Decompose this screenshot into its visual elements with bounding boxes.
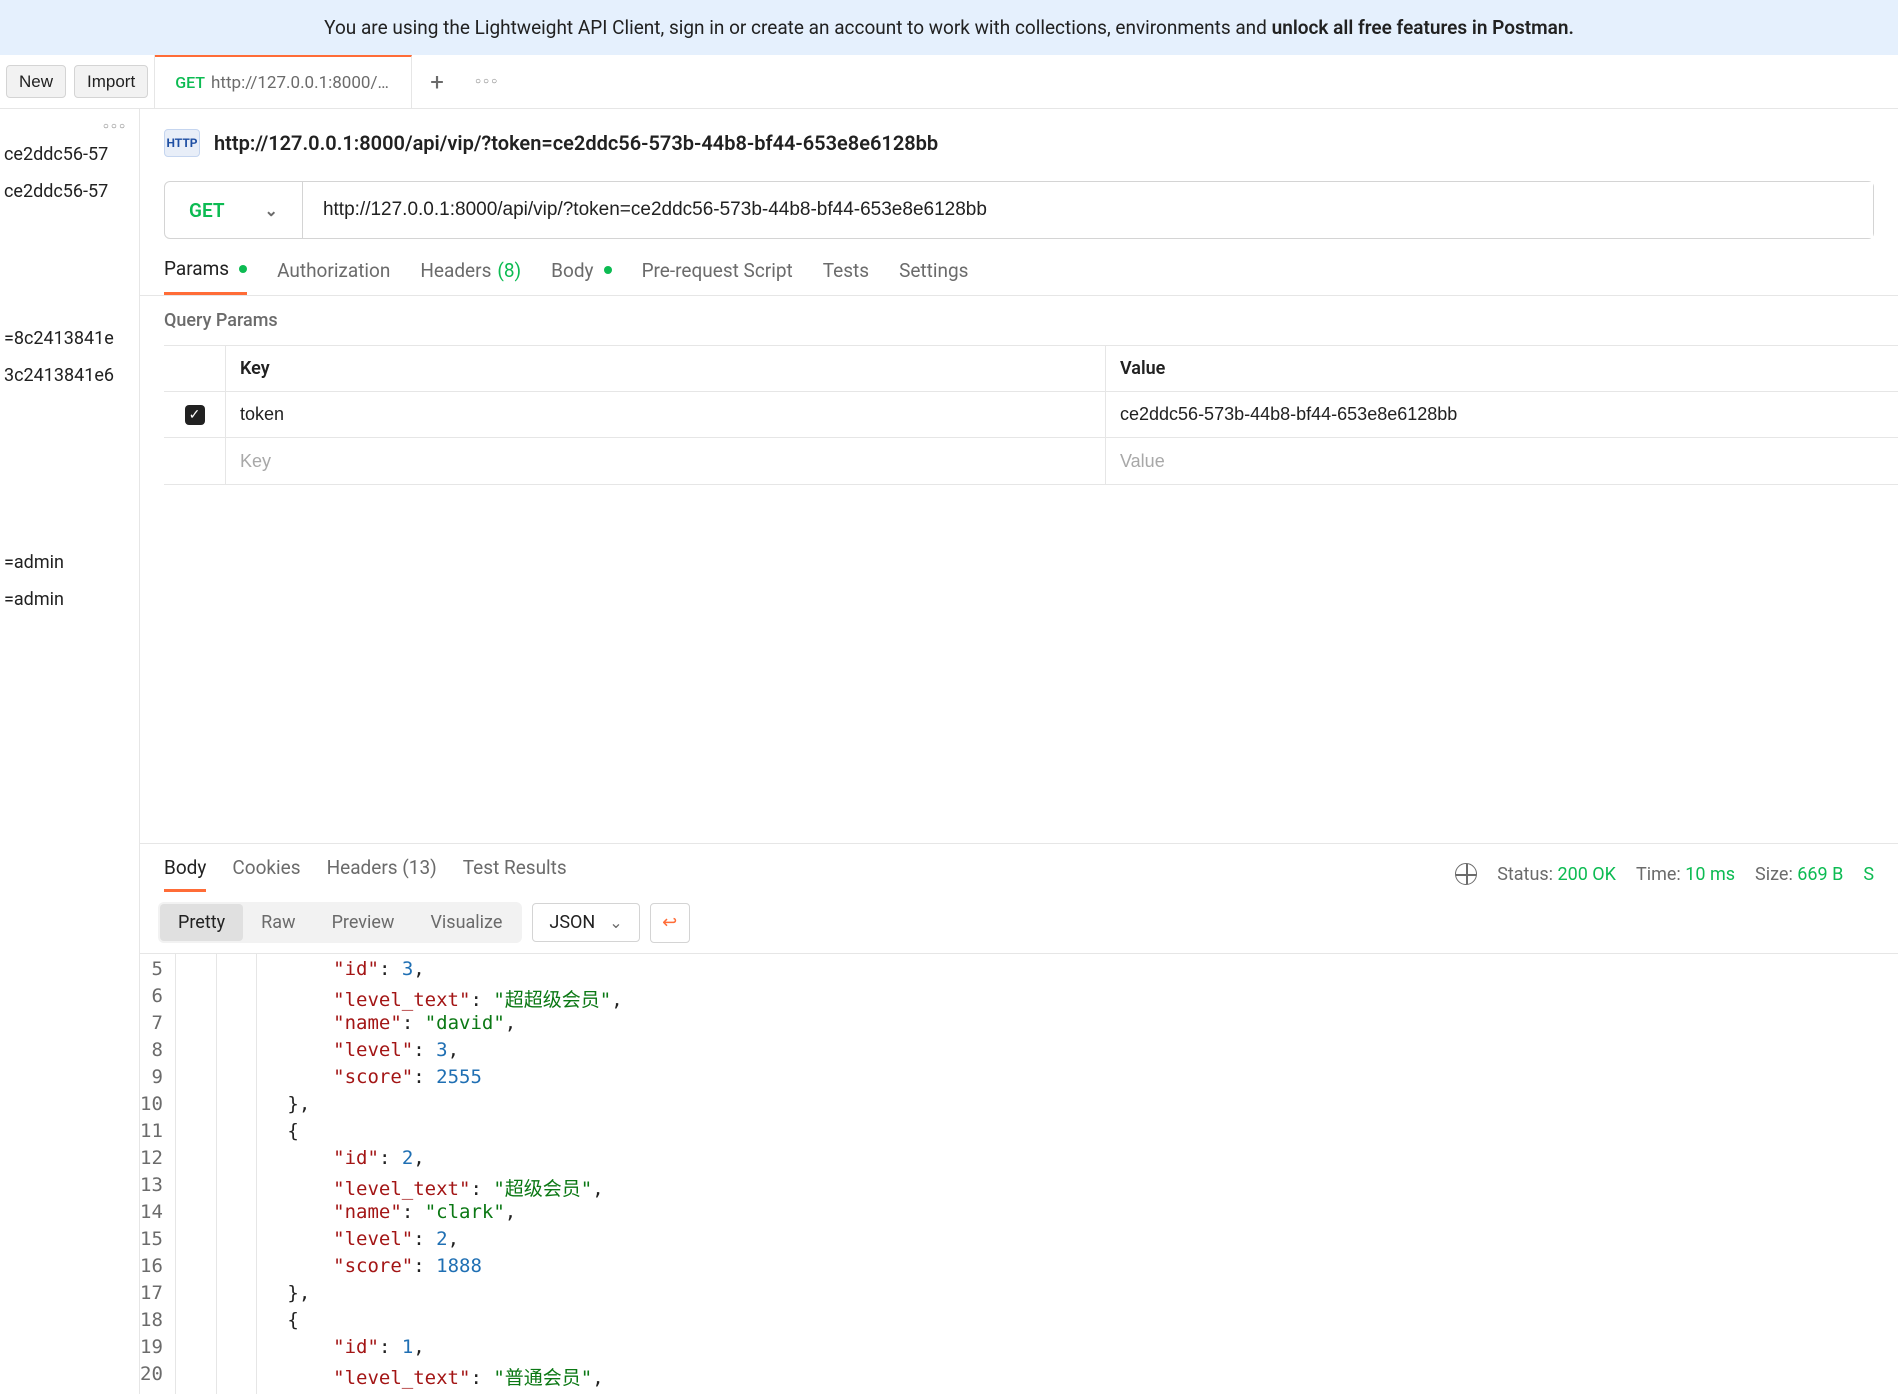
chevron-down-icon: ⌄ [265,201,278,220]
code-line[interactable]: "name": "david", [196,1012,623,1039]
view-visualize[interactable]: Visualize [412,904,520,941]
tab-authorization[interactable]: Authorization [277,257,390,295]
line-number: 15 [140,1228,163,1255]
sidebar-item[interactable]: =8c2413841e [4,320,135,357]
param-key-input[interactable] [240,404,1091,425]
view-raw[interactable]: Raw [243,904,313,941]
url-input[interactable] [303,182,1873,238]
sidebar-more-icon[interactable]: ○○○ [4,117,135,136]
code-line[interactable]: "id": 3, [196,958,623,985]
code-line[interactable]: "level": 2, [196,1228,623,1255]
code-line[interactable]: "score": 1888 [196,1255,623,1282]
resp-tab-body[interactable]: Body [164,856,206,892]
lightweight-banner: You are using the Lightweight API Client… [0,0,1898,55]
new-button[interactable]: New [6,65,66,98]
line-number: 5 [140,958,163,985]
format-select[interactable]: JSON ⌄ [532,903,639,942]
top-row: New Import GET http://127.0.0.1:8000/api… [0,55,1898,109]
globe-icon[interactable] [1455,863,1477,885]
param-key-input-empty[interactable] [240,451,1091,472]
line-number: 12 [140,1147,163,1174]
tab-tests[interactable]: Tests [823,257,869,295]
method-badge: GET [175,73,205,92]
line-number: 16 [140,1255,163,1282]
row-checkbox[interactable]: ✓ [185,405,205,425]
tab-body[interactable]: Body [551,257,611,295]
url-bar: GET ⌄ [164,181,1874,239]
tab-url: http://127.0.0.1:8000/api/ [211,73,391,93]
code-line[interactable]: "level_text": "超级会员", [196,1174,623,1201]
line-number: 6 [140,985,163,1012]
column-value: Value [1106,346,1898,391]
param-value-input-empty[interactable] [1120,451,1884,472]
tab-params[interactable]: Params [164,257,247,295]
line-number: 8 [140,1039,163,1066]
response-body[interactable]: 567891011121314151617181920 "id": 3, "le… [140,954,1898,1394]
line-number: 9 [140,1066,163,1093]
request-tab[interactable]: GET http://127.0.0.1:8000/api/ [155,55,412,108]
response-tabs: Body Cookies Headers (13) Test Results S… [140,843,1898,892]
code-line[interactable]: "level": 3, [196,1039,623,1066]
code-line[interactable]: "id": 1, [196,1336,623,1363]
method-select[interactable]: GET ⌄ [165,182,303,238]
view-pretty[interactable]: Pretty [160,904,243,941]
line-number: 11 [140,1120,163,1147]
request-title[interactable]: http://127.0.0.1:8000/api/vip/?token=ce2… [214,131,938,155]
column-key: Key [226,346,1106,391]
sidebar-item[interactable]: =admin [4,544,135,581]
tab-settings[interactable]: Settings [899,257,968,295]
sidebar-item[interactable]: ce2ddc56-57 [4,136,135,173]
line-number: 19 [140,1336,163,1363]
code-line[interactable]: { [196,1309,623,1336]
tab-prerequest[interactable]: Pre-request Script [642,257,793,295]
chevron-down-icon: ⌄ [609,913,622,932]
sidebar: ○○○ ce2ddc56-57ce2ddc56-57 =8c2413841e3c2… [0,109,140,1394]
query-params-table: Key Value ✓ [164,345,1898,485]
code-line[interactable]: }, [196,1093,623,1120]
code-line[interactable]: }, [196,1282,623,1309]
tab-more-button[interactable]: ○○○ [462,55,512,108]
param-value-input[interactable] [1120,404,1884,425]
wrap-lines-icon[interactable]: ↩ [650,903,690,943]
view-preview[interactable]: Preview [314,904,413,941]
line-number: 13 [140,1174,163,1201]
resp-tab-headers[interactable]: Headers (13) [327,856,437,892]
line-number: 17 [140,1282,163,1309]
code-line[interactable]: { [196,1120,623,1147]
code-line[interactable]: "level_text": "普通会员", [196,1363,623,1390]
line-number: 10 [140,1093,163,1120]
code-line[interactable]: "level_text": "超超级会员", [196,985,623,1012]
code-line[interactable]: "id": 2, [196,1147,623,1174]
code-line[interactable]: "name": "clark", [196,1201,623,1228]
resp-tab-test-results[interactable]: Test Results [463,856,567,892]
import-button[interactable]: Import [74,65,148,98]
table-row-empty [164,438,1898,484]
line-number: 20 [140,1363,163,1390]
sidebar-item[interactable]: 3c2413841e6 [4,357,135,394]
code-line[interactable]: "score": 2555 [196,1066,623,1093]
line-number: 14 [140,1201,163,1228]
table-row: ✓ [164,392,1898,438]
sidebar-item[interactable]: =admin [4,581,135,618]
new-tab-button[interactable]: + [412,55,462,108]
resp-tab-cookies[interactable]: Cookies [232,856,300,892]
tab-headers[interactable]: Headers (8) [420,257,521,295]
line-number: 18 [140,1309,163,1336]
view-toolbar: Pretty Raw Preview Visualize JSON ⌄ ↩ [140,892,1898,954]
line-number: 7 [140,1012,163,1039]
sidebar-item[interactable]: ce2ddc56-57 [4,173,135,210]
query-params-label: Query Params [140,296,1898,345]
http-badge-icon: HTTP [164,129,200,157]
request-tabs: Params Authorization Headers (8) Body Pr… [140,239,1898,296]
